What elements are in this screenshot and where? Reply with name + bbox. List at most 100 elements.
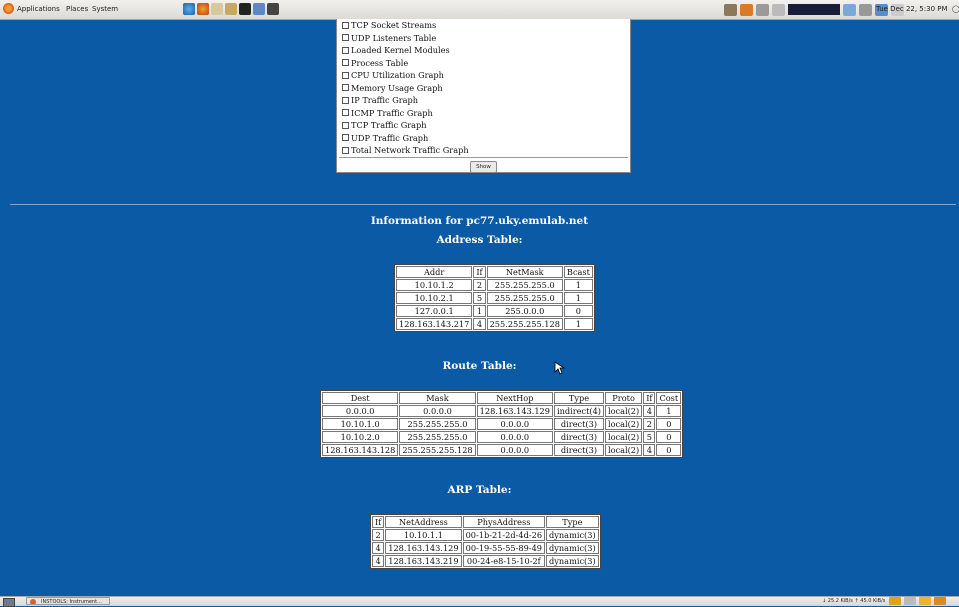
help-icon[interactable]: [225, 3, 237, 15]
volume-icon[interactable]: [859, 3, 872, 16]
option-item[interactable]: UDP Traffic Graph: [342, 132, 469, 145]
update-icon[interactable]: [740, 3, 753, 16]
option-item[interactable]: Memory Usage Graph: [342, 82, 469, 95]
terminal-icon[interactable]: [239, 3, 251, 15]
column-header: Cost: [656, 392, 682, 404]
applet-icon[interactable]: [724, 3, 737, 16]
option-item[interactable]: Total Network Traffic Graph: [342, 144, 469, 157]
users-icon[interactable]: [756, 3, 769, 16]
checkbox[interactable]: [342, 96, 349, 104]
upload-speed: 45.0 KiB/s: [860, 598, 886, 604]
menu-applications[interactable]: Applications: [17, 5, 60, 13]
menu-places[interactable]: Places: [66, 5, 88, 13]
checkbox[interactable]: [342, 34, 349, 41]
table-row: 10.10.2.1 5 255.255.255.0 1: [396, 292, 593, 304]
monitor-icon[interactable]: [267, 3, 279, 15]
ubuntu-logo-icon[interactable]: [3, 3, 14, 14]
table-header-row: Addr If NetMask Bcast: [396, 266, 593, 278]
checkbox[interactable]: [342, 46, 349, 54]
checkbox[interactable]: [342, 146, 349, 154]
route-table-title: Route Table:: [442, 360, 517, 372]
option-item[interactable]: UDP Listeners Table: [342, 32, 469, 45]
column-header: NextHop: [476, 392, 553, 404]
top-panel: Applications Places System Tue Dec 22, 5…: [0, 0, 959, 20]
network-icon[interactable]: [253, 3, 265, 15]
checkbox[interactable]: [342, 109, 349, 116]
option-label: TCP Socket Streams: [351, 20, 437, 30]
column-header: Dest: [322, 392, 399, 404]
option-item[interactable]: TCP Traffic Graph: [342, 119, 469, 132]
browser-icon[interactable]: [183, 3, 195, 15]
option-item[interactable]: Process Table: [342, 57, 469, 70]
table-cell: 4: [473, 318, 486, 330]
column-header: NetAddress: [385, 516, 462, 528]
table-cell: dynamic(3): [546, 555, 599, 567]
column-header: If: [473, 266, 486, 278]
option-item[interactable]: Loaded Kernel Modules: [342, 44, 469, 57]
table-row: 2 10.10.1.1 00-1b-21-2d-4d-26 dynamic(3): [372, 529, 599, 541]
workspace-3[interactable]: [919, 597, 931, 605]
table-row: 4 128.163.143.219 00-24-e8-15-10-2f dynamic…: [372, 555, 599, 567]
table-cell: direct(3): [553, 444, 604, 456]
table-cell: 0: [656, 431, 682, 443]
table-cell: 10.10.2.1: [396, 292, 473, 304]
system-monitor-graph[interactable]: [788, 4, 840, 15]
checkbox[interactable]: [342, 121, 349, 129]
table-cell: 10.10.1.0: [322, 418, 399, 430]
option-label: UDP Traffic Graph: [351, 132, 429, 143]
table-cell: 127.0.0.1: [396, 305, 473, 317]
table-cell: 255.0.0.0: [486, 305, 563, 317]
table-cell: 1: [473, 305, 486, 317]
table-cell: 10.10.1.1: [385, 529, 462, 541]
table-row: 128.163.143.217 4 255.255.255.128 1: [396, 318, 593, 330]
table-row: 10.10.1.2 2 255.255.255.0 1: [396, 279, 593, 291]
table-cell: 5: [643, 431, 656, 443]
table-cell: 0.0.0.0: [322, 405, 399, 417]
table-cell: 2: [372, 529, 385, 541]
column-header: If: [643, 392, 656, 404]
table-cell: 0: [656, 444, 682, 456]
option-item[interactable]: IP Traffic Graph: [342, 94, 469, 107]
option-item[interactable]: ICMP Traffic Graph: [342, 107, 469, 120]
arp-table: If NetAddress PhysAddress Type 2 10.10.1.1 00-…: [370, 514, 601, 569]
taskbar-window-button[interactable]: INSTOOLS: Instrument...: [26, 597, 110, 605]
checkbox[interactable]: [342, 59, 349, 66]
table-cell: indirect(4): [553, 405, 604, 417]
table-cell: 128.163.143.217: [396, 318, 473, 330]
keyboard-icon[interactable]: [772, 3, 785, 16]
table-header-row: If NetAddress PhysAddress Type: [372, 516, 599, 528]
divider: [339, 157, 628, 158]
show-button[interactable]: Show: [470, 161, 497, 173]
workspace-2[interactable]: [904, 597, 916, 605]
firefox-icon[interactable]: [197, 3, 209, 15]
menu-system[interactable]: System: [92, 5, 118, 13]
checkbox[interactable]: [342, 21, 349, 29]
column-header: Proto: [604, 392, 643, 404]
checkbox[interactable]: [342, 71, 349, 79]
table-cell: dynamic(3): [546, 542, 599, 554]
table-cell: 4: [643, 405, 656, 417]
table-cell: 128.163.143.219: [385, 555, 462, 567]
table-row: 4 128.163.143.129 00-19-55-55-89-49 dynamic…: [372, 542, 599, 554]
firefox-icon: [30, 599, 36, 604]
table-cell: 255.255.255.0: [486, 279, 563, 291]
documents-icon[interactable]: [211, 3, 223, 15]
table-row: 128.163.143.128 255.255.255.128 0.0.0.0 dir…: [322, 444, 682, 456]
option-label: IP Traffic Graph: [351, 95, 419, 105]
option-item[interactable]: TCP Socket Streams: [342, 19, 469, 32]
options-panel: TCP Socket Streams UDP Listeners Table Loa…: [336, 19, 631, 173]
workspace-1[interactable]: [889, 597, 901, 605]
trash-icon[interactable]: [934, 597, 946, 605]
checkbox[interactable]: [342, 84, 349, 91]
table-cell: 128.163.143.128: [322, 444, 399, 456]
table-cell: local(2): [604, 431, 643, 443]
table-row: 0.0.0.0 0.0.0.0 128.163.143.129 indirect(4)…: [322, 405, 682, 417]
table-cell: 4: [372, 542, 385, 554]
table-cell: 00-19-55-55-89-49: [462, 542, 546, 554]
taskbar-window-label: INSTOOLS: Instrument...: [41, 599, 102, 605]
option-item[interactable]: CPU Utilization Graph: [342, 69, 469, 82]
show-desktop-icon[interactable]: [3, 598, 15, 607]
network-status-icon[interactable]: [843, 3, 856, 16]
checkbox[interactable]: [342, 134, 349, 141]
clock[interactable]: Tue Dec 22, 5:30 PM ◯nas: [876, 5, 959, 13]
